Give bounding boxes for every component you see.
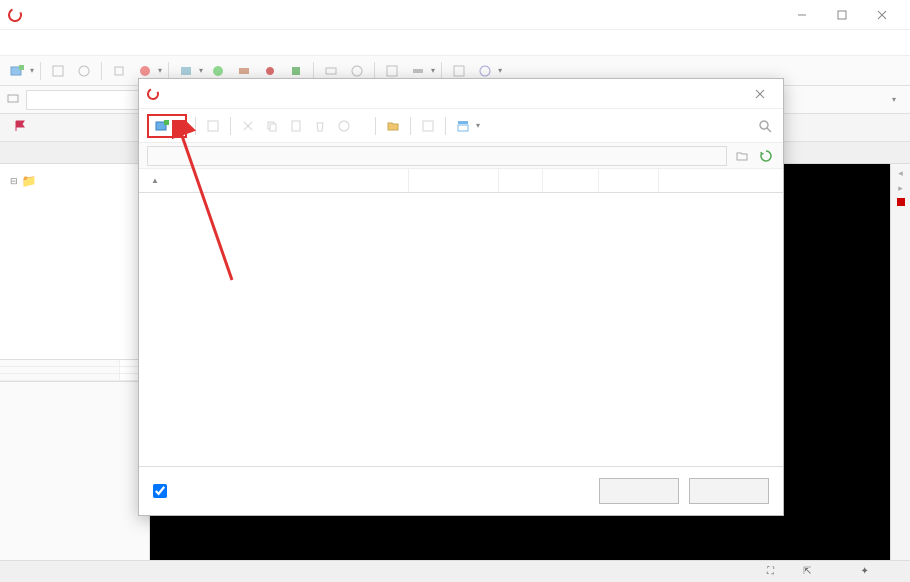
view-icon[interactable] [454, 117, 472, 135]
toolbar-icon[interactable] [73, 60, 95, 82]
table-row [0, 374, 149, 381]
dialog-close-button[interactable] [745, 82, 775, 106]
flag-icon [14, 120, 26, 135]
dialog-titlebar [139, 79, 783, 109]
toolbar-icon[interactable] [204, 117, 222, 135]
dropdown-icon[interactable]: ▾ [199, 66, 203, 75]
address-dropdown-icon[interactable]: ▾ [884, 95, 904, 104]
status-pos: ⇱ [799, 566, 824, 578]
app-icon [145, 86, 160, 101]
dialog-footer [139, 467, 783, 515]
menu-tools[interactable] [54, 39, 70, 47]
col-proto[interactable] [543, 169, 599, 192]
menu-window[interactable] [86, 39, 102, 47]
menu-edit[interactable] [22, 39, 38, 47]
right-sidebar: ◂ ▸ [890, 164, 910, 560]
path-input[interactable] [147, 146, 727, 166]
startup-checkbox[interactable] [153, 484, 173, 498]
dropdown-icon[interactable]: ▾ [158, 66, 162, 75]
close-button[interactable] [689, 478, 769, 504]
app-icon [6, 6, 24, 24]
folder-up-icon[interactable] [733, 147, 751, 165]
host-icon [6, 91, 20, 108]
dropdown-icon[interactable]: ▾ [30, 66, 34, 75]
toolbar-icon[interactable] [419, 117, 437, 135]
titlebar [0, 0, 910, 30]
startup-checkbox-input[interactable] [153, 484, 167, 498]
table-row [0, 360, 149, 367]
dropdown-icon[interactable]: ▾ [498, 66, 502, 75]
tab-add-session[interactable] [6, 120, 38, 135]
session-tree[interactable]: ⊟ 📁 [0, 164, 149, 359]
toolbar-icon[interactable] [335, 117, 353, 135]
dialog-path-row [139, 143, 783, 169]
col-host[interactable] [409, 169, 499, 192]
dropdown-icon[interactable]: ▾ [476, 121, 480, 130]
col-name[interactable] [139, 169, 409, 192]
status-cap: ✦ [857, 566, 882, 578]
column-headers [139, 169, 783, 193]
connect-button[interactable] [599, 478, 679, 504]
statusbar: ⛶ ⇱ ✦ [0, 560, 910, 582]
col-user[interactable] [599, 169, 659, 192]
dropdown-icon[interactable]: ▾ [431, 66, 435, 75]
table-row [0, 367, 149, 374]
tree-root-item[interactable]: ⊟ 📁 [6, 172, 143, 190]
folder-icon[interactable] [384, 117, 402, 135]
new-session-button[interactable]: ▾ [147, 114, 187, 138]
tree-toggle-icon[interactable]: ⊟ [10, 176, 18, 187]
paste-icon[interactable] [287, 117, 305, 135]
delete-icon[interactable] [311, 117, 329, 135]
minimize-button[interactable] [782, 1, 822, 29]
session-manager-panel: ⊟ 📁 [0, 164, 150, 560]
menu-file[interactable] [6, 39, 22, 47]
dropdown-icon[interactable]: ▾ [175, 121, 179, 130]
session-list[interactable] [139, 193, 783, 467]
status-size: ⛶ [763, 566, 787, 578]
cut-icon[interactable] [239, 117, 257, 135]
new-session-icon [155, 119, 169, 133]
col-port[interactable] [499, 169, 543, 192]
copy-icon[interactable] [263, 117, 281, 135]
dialog-toolbar: ▾ ▾ [139, 109, 783, 143]
toolbar-icon[interactable] [108, 60, 130, 82]
menu-help[interactable] [102, 39, 118, 47]
menubar [0, 30, 910, 56]
col-desc[interactable] [659, 169, 783, 192]
prop-key [0, 360, 120, 366]
nav-next-icon[interactable]: ▸ [898, 183, 903, 194]
nav-prev-icon[interactable]: ◂ [898, 168, 903, 179]
new-session-icon[interactable] [6, 60, 28, 82]
search-icon[interactable] [755, 116, 775, 136]
close-button[interactable] [862, 1, 902, 29]
prop-key [0, 374, 120, 380]
menu-tabs[interactable] [70, 39, 86, 47]
prop-key [0, 367, 120, 373]
maximize-button[interactable] [822, 1, 862, 29]
sessions-dialog: ▾ ▾ [138, 78, 784, 516]
folder-icon: 📁 [22, 174, 37, 188]
refresh-icon[interactable] [757, 147, 775, 165]
properties-table [0, 359, 149, 381]
red-indicator-icon[interactable] [897, 198, 905, 206]
toolbar-icon[interactable] [47, 60, 69, 82]
menu-view[interactable] [38, 39, 54, 47]
